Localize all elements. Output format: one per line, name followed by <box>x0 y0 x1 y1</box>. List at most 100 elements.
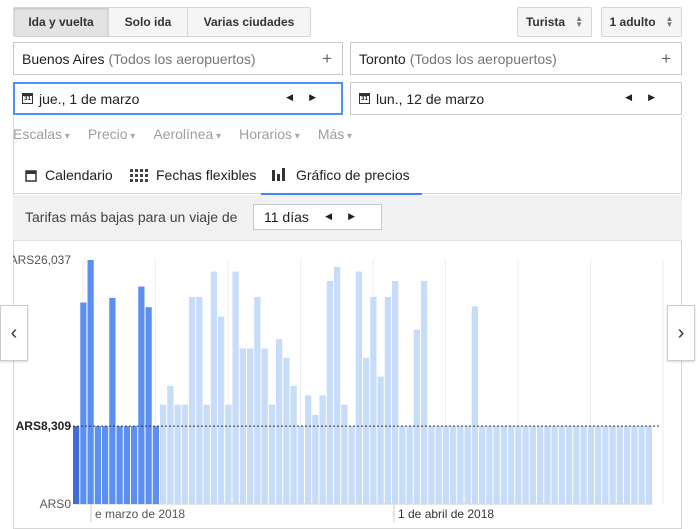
trip-oneway-button[interactable]: Solo ida <box>108 7 188 37</box>
price-bar <box>399 426 406 504</box>
date-stepper-icon[interactable]: ◀▶ <box>286 92 332 103</box>
price-bar <box>580 426 587 504</box>
price-bar <box>167 385 174 504</box>
price-bar <box>558 426 565 504</box>
price-bar <box>421 280 428 504</box>
price-bar <box>102 426 109 504</box>
trip-multi-button[interactable]: Varias ciudades <box>187 7 311 37</box>
price-bar <box>109 297 116 504</box>
return-date-field[interactable]: 31 lun., 12 de marzo ◀▶ <box>350 82 682 115</box>
depart-date: jue., 1 de marzo <box>39 90 140 107</box>
price-bar <box>442 426 449 504</box>
price-bar <box>283 357 290 504</box>
price-bar <box>319 395 326 504</box>
price-bar <box>80 302 87 504</box>
trip-round-button[interactable]: Ida y vuelta <box>13 7 109 37</box>
origin-field[interactable]: Buenos Aires (Todos los aeropuertos) + <box>13 42 343 75</box>
price-bar <box>595 426 602 504</box>
price-bar <box>355 271 362 504</box>
price-bar <box>370 296 377 504</box>
tab-calendar[interactable]: Calendario <box>25 156 113 194</box>
tab-flexible-label: Fechas flexibles <box>156 167 257 183</box>
price-bar <box>290 385 297 504</box>
chart-prev-button[interactable]: ‹ <box>0 305 28 361</box>
chart-next-button[interactable]: › <box>667 305 695 361</box>
price-bar <box>131 426 138 504</box>
price-bar <box>377 376 384 504</box>
price-bar <box>508 426 515 504</box>
price-bar <box>348 426 355 504</box>
add-origin-icon[interactable]: + <box>322 49 332 69</box>
calendar-icon: 31 <box>22 93 33 104</box>
tab-flexible[interactable]: Fechas flexibles <box>130 156 256 194</box>
y-tick-label: ARS8,309 <box>16 419 72 433</box>
price-bar <box>609 426 616 504</box>
chevron-right-icon: › <box>677 321 685 344</box>
cabin-select[interactable]: Turista ▲ ▼ <box>517 7 592 37</box>
filter-price[interactable]: Precio <box>88 126 136 142</box>
price-bar <box>515 426 522 504</box>
updown-icon: ▲ ▼ <box>575 14 584 29</box>
tab-price-graph[interactable]: Gráfico de precios <box>261 156 422 195</box>
y-tick-label: ARS26,037 <box>13 253 71 267</box>
price-bar <box>225 404 232 504</box>
passengers-label: 1 adulto <box>609 15 656 29</box>
filter-times[interactable]: Horarios <box>239 126 300 142</box>
price-bar <box>493 426 500 504</box>
price-bar <box>94 426 101 504</box>
price-bar <box>566 426 573 504</box>
price-bar <box>522 426 529 504</box>
price-bar <box>602 426 609 504</box>
price-bar <box>363 357 370 504</box>
fare-duration-label: Tarifas más bajas para un viaje de <box>25 209 238 225</box>
price-bar <box>203 404 210 504</box>
tab-price-graph-label: Gráfico de precios <box>296 166 410 183</box>
depart-date-field[interactable]: 31 jue., 1 de marzo ◀▶ <box>13 82 343 115</box>
price-bar <box>413 329 420 504</box>
add-destination-icon[interactable]: + <box>661 49 671 69</box>
tab-calendar-label: Calendario <box>45 167 113 183</box>
price-bar <box>624 426 631 504</box>
price-bar <box>73 426 80 504</box>
cabin-label: Turista <box>525 15 566 29</box>
stepper-arrows-icon[interactable]: ◀▶ <box>325 211 371 222</box>
filter-more[interactable]: Más <box>318 126 352 142</box>
price-bar <box>428 426 435 504</box>
price-bar <box>384 296 391 504</box>
price-bar <box>341 404 348 504</box>
price-bar <box>218 316 225 504</box>
view-tabs: Calendario Fechas flexibles Gráfico de p… <box>13 156 682 195</box>
price-bar <box>471 306 478 504</box>
bar-chart-icon <box>272 168 285 181</box>
price-bar <box>392 280 399 504</box>
price-bar <box>305 395 312 504</box>
date-stepper-icon[interactable]: ◀▶ <box>625 92 671 103</box>
grid-icon <box>130 168 148 182</box>
price-bar <box>254 296 261 504</box>
origin-detail: (Todos los aeropuertos) <box>108 50 256 67</box>
trip-length-stepper[interactable]: 11 días ◀▶ <box>253 204 382 230</box>
price-bar <box>529 426 536 504</box>
filter-airline[interactable]: Aerolínea <box>153 126 221 142</box>
price-bar <box>479 426 486 504</box>
price-bar <box>138 286 145 504</box>
destination-field[interactable]: Toronto (Todos los aeropuertos) + <box>350 42 682 75</box>
price-bar <box>312 414 319 504</box>
passengers-select[interactable]: 1 adulto ▲ ▼ <box>601 7 682 37</box>
trip-length-value: 11 días <box>264 209 309 225</box>
destination-city: Toronto <box>359 50 406 67</box>
updown-icon: ▲ ▼ <box>665 14 674 29</box>
price-bar <box>587 426 594 504</box>
price-bar <box>537 426 544 504</box>
price-bar <box>189 296 196 504</box>
price-bar <box>435 426 442 504</box>
filter-stops[interactable]: Escalas <box>13 126 70 142</box>
calendar-icon <box>25 169 37 182</box>
price-bar <box>152 426 159 504</box>
price-bar <box>551 426 558 504</box>
price-bar <box>464 426 471 504</box>
price-bar <box>645 426 652 504</box>
filter-bar: Escalas Precio Aerolínea Horarios Más <box>13 126 352 142</box>
price-bar <box>276 339 283 504</box>
price-bar <box>500 426 507 504</box>
